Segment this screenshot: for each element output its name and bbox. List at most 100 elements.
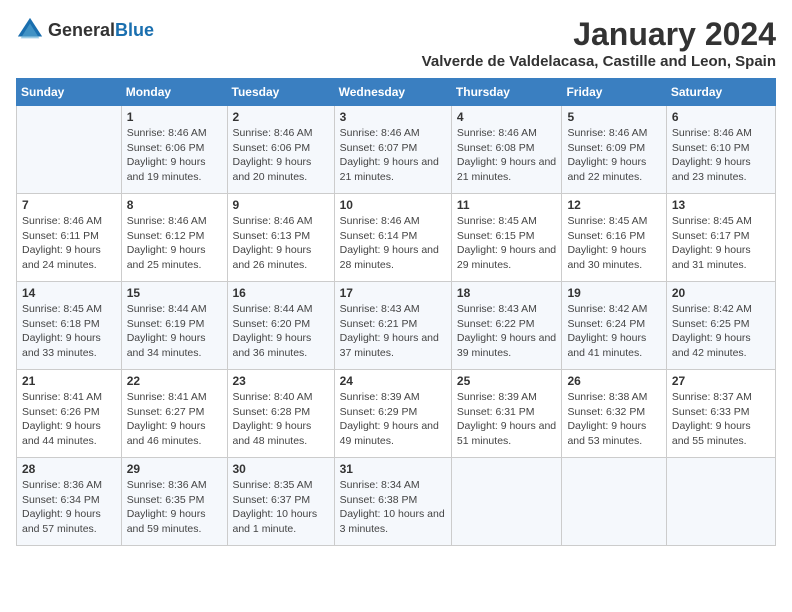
day-number: 5 bbox=[567, 110, 660, 124]
calendar-week-row: 14Sunrise: 8:45 AMSunset: 6:18 PMDayligh… bbox=[17, 282, 776, 370]
day-info: Sunrise: 8:39 AMSunset: 6:31 PMDaylight:… bbox=[457, 390, 557, 449]
day-info: Sunrise: 8:46 AMSunset: 6:06 PMDaylight:… bbox=[233, 126, 329, 185]
day-info: Sunrise: 8:46 AMSunset: 6:11 PMDaylight:… bbox=[22, 214, 116, 273]
calendar-cell: 6 Sunrise: 8:46 AMSunset: 6:10 PMDaylight… bbox=[666, 106, 775, 194]
calendar-cell bbox=[451, 458, 562, 546]
day-number: 7 bbox=[22, 198, 116, 212]
day-number: 15 bbox=[127, 286, 222, 300]
calendar-cell: 5 Sunrise: 8:46 AMSunset: 6:09 PMDaylight… bbox=[562, 106, 666, 194]
day-number: 10 bbox=[340, 198, 446, 212]
calendar-cell: 4 Sunrise: 8:46 AMSunset: 6:08 PMDaylight… bbox=[451, 106, 562, 194]
weekday-header-sunday: Sunday bbox=[17, 79, 122, 106]
weekday-header-tuesday: Tuesday bbox=[227, 79, 334, 106]
calendar-cell: 1 Sunrise: 8:46 AMSunset: 6:06 PMDaylight… bbox=[121, 106, 227, 194]
calendar-week-row: 28 Sunrise: 8:36 AMSunset: 6:34 PMDayligh… bbox=[17, 458, 776, 546]
calendar-cell: 8 Sunrise: 8:46 AMSunset: 6:12 PMDaylight… bbox=[121, 194, 227, 282]
weekday-header-thursday: Thursday bbox=[451, 79, 562, 106]
calendar-cell: 9Sunrise: 8:46 AMSunset: 6:13 PMDaylight… bbox=[227, 194, 334, 282]
day-number: 14 bbox=[22, 286, 116, 300]
day-info: Sunrise: 8:45 AMSunset: 6:15 PMDaylight:… bbox=[457, 214, 557, 273]
day-info: Sunrise: 8:46 AMSunset: 6:12 PMDaylight:… bbox=[127, 214, 222, 273]
day-number: 4 bbox=[457, 110, 557, 124]
day-info: Sunrise: 8:46 AMSunset: 6:06 PMDaylight:… bbox=[127, 126, 222, 185]
calendar-cell: 15 Sunrise: 8:44 AMSunset: 6:19 PMDayligh… bbox=[121, 282, 227, 370]
calendar-cell: 27Sunrise: 8:37 AMSunset: 6:33 PMDayligh… bbox=[666, 370, 775, 458]
day-number: 31 bbox=[340, 462, 446, 476]
calendar-cell: 18 Sunrise: 8:43 AMSunset: 6:22 PMDayligh… bbox=[451, 282, 562, 370]
day-info: Sunrise: 8:46 AMSunset: 6:09 PMDaylight:… bbox=[567, 126, 660, 185]
calendar-cell: 31 Sunrise: 8:34 AMSunset: 6:38 PMDayligh… bbox=[334, 458, 451, 546]
day-info: Sunrise: 8:45 AMSunset: 6:17 PMDaylight:… bbox=[672, 214, 770, 273]
day-number: 28 bbox=[22, 462, 116, 476]
calendar-cell: 25 Sunrise: 8:39 AMSunset: 6:31 PMDayligh… bbox=[451, 370, 562, 458]
weekday-header-row: SundayMondayTuesdayWednesdayThursdayFrid… bbox=[17, 79, 776, 106]
calendar-cell: 7 Sunrise: 8:46 AMSunset: 6:11 PMDaylight… bbox=[17, 194, 122, 282]
day-number: 23 bbox=[233, 374, 329, 388]
day-info: Sunrise: 8:46 AMSunset: 6:08 PMDaylight:… bbox=[457, 126, 557, 185]
day-info: Sunrise: 8:46 AMSunset: 6:10 PMDaylight:… bbox=[672, 126, 770, 185]
day-number: 22 bbox=[127, 374, 222, 388]
logo-text-general: General bbox=[48, 20, 115, 40]
day-number: 20 bbox=[672, 286, 770, 300]
day-number: 17 bbox=[340, 286, 446, 300]
day-info: Sunrise: 8:39 AMSunset: 6:29 PMDaylight:… bbox=[340, 390, 446, 449]
calendar-cell: 3 Sunrise: 8:46 AMSunset: 6:07 PMDaylight… bbox=[334, 106, 451, 194]
day-number: 11 bbox=[457, 198, 557, 212]
calendar-cell: 29 Sunrise: 8:36 AMSunset: 6:35 PMDayligh… bbox=[121, 458, 227, 546]
day-number: 13 bbox=[672, 198, 770, 212]
calendar-cell: 2 Sunrise: 8:46 AMSunset: 6:06 PMDaylight… bbox=[227, 106, 334, 194]
day-info: Sunrise: 8:41 AMSunset: 6:26 PMDaylight:… bbox=[22, 390, 116, 449]
day-info: Sunrise: 8:42 AMSunset: 6:25 PMDaylight:… bbox=[672, 302, 770, 361]
location-title: Valverde de Valdelacasa, Castille and Le… bbox=[422, 53, 776, 70]
day-number: 2 bbox=[233, 110, 329, 124]
day-number: 19 bbox=[567, 286, 660, 300]
day-info: Sunrise: 8:35 AMSunset: 6:37 PMDaylight:… bbox=[233, 478, 329, 537]
month-year-title: January 2024 bbox=[422, 16, 776, 53]
day-info: Sunrise: 8:46 AMSunset: 6:07 PMDaylight:… bbox=[340, 126, 446, 185]
day-number: 1 bbox=[127, 110, 222, 124]
logo: GeneralBlue bbox=[16, 16, 154, 44]
calendar-cell bbox=[562, 458, 666, 546]
weekday-header-monday: Monday bbox=[121, 79, 227, 106]
weekday-header-saturday: Saturday bbox=[666, 79, 775, 106]
calendar-cell: 10 Sunrise: 8:46 AMSunset: 6:14 PMDayligh… bbox=[334, 194, 451, 282]
day-info: Sunrise: 8:34 AMSunset: 6:38 PMDaylight:… bbox=[340, 478, 446, 537]
day-number: 18 bbox=[457, 286, 557, 300]
day-info: Sunrise: 8:46 AMSunset: 6:13 PMDaylight:… bbox=[233, 214, 329, 273]
calendar-cell: 14Sunrise: 8:45 AMSunset: 6:18 PMDayligh… bbox=[17, 282, 122, 370]
day-info: Sunrise: 8:42 AMSunset: 6:24 PMDaylight:… bbox=[567, 302, 660, 361]
day-info: Sunrise: 8:43 AMSunset: 6:21 PMDaylight:… bbox=[340, 302, 446, 361]
day-number: 24 bbox=[340, 374, 446, 388]
day-number: 8 bbox=[127, 198, 222, 212]
day-number: 30 bbox=[233, 462, 329, 476]
calendar-week-row: 7 Sunrise: 8:46 AMSunset: 6:11 PMDaylight… bbox=[17, 194, 776, 282]
day-info: Sunrise: 8:40 AMSunset: 6:28 PMDaylight:… bbox=[233, 390, 329, 449]
weekday-header-wednesday: Wednesday bbox=[334, 79, 451, 106]
calendar-cell bbox=[666, 458, 775, 546]
logo-text-blue: Blue bbox=[115, 20, 154, 40]
day-info: Sunrise: 8:46 AMSunset: 6:14 PMDaylight:… bbox=[340, 214, 446, 273]
calendar-cell: 16Sunrise: 8:44 AMSunset: 6:20 PMDayligh… bbox=[227, 282, 334, 370]
day-number: 6 bbox=[672, 110, 770, 124]
day-info: Sunrise: 8:44 AMSunset: 6:19 PMDaylight:… bbox=[127, 302, 222, 361]
day-info: Sunrise: 8:36 AMSunset: 6:35 PMDaylight:… bbox=[127, 478, 222, 537]
day-number: 12 bbox=[567, 198, 660, 212]
header: GeneralBlue January 2024 Valverde de Val… bbox=[16, 16, 776, 70]
logo-icon bbox=[16, 16, 44, 44]
day-info: Sunrise: 8:41 AMSunset: 6:27 PMDaylight:… bbox=[127, 390, 222, 449]
calendar-cell: 11 Sunrise: 8:45 AMSunset: 6:15 PMDayligh… bbox=[451, 194, 562, 282]
day-number: 29 bbox=[127, 462, 222, 476]
calendar-cell: 19 Sunrise: 8:42 AMSunset: 6:24 PMDayligh… bbox=[562, 282, 666, 370]
day-number: 21 bbox=[22, 374, 116, 388]
calendar-cell: 12Sunrise: 8:45 AMSunset: 6:16 PMDayligh… bbox=[562, 194, 666, 282]
day-info: Sunrise: 8:43 AMSunset: 6:22 PMDaylight:… bbox=[457, 302, 557, 361]
day-info: Sunrise: 8:36 AMSunset: 6:34 PMDaylight:… bbox=[22, 478, 116, 537]
day-number: 16 bbox=[233, 286, 329, 300]
calendar-cell bbox=[17, 106, 122, 194]
day-number: 25 bbox=[457, 374, 557, 388]
day-number: 27 bbox=[672, 374, 770, 388]
day-number: 3 bbox=[340, 110, 446, 124]
weekday-header-friday: Friday bbox=[562, 79, 666, 106]
calendar-table: SundayMondayTuesdayWednesdayThursdayFrid… bbox=[16, 78, 776, 546]
calendar-week-row: 21 Sunrise: 8:41 AMSunset: 6:26 PMDayligh… bbox=[17, 370, 776, 458]
